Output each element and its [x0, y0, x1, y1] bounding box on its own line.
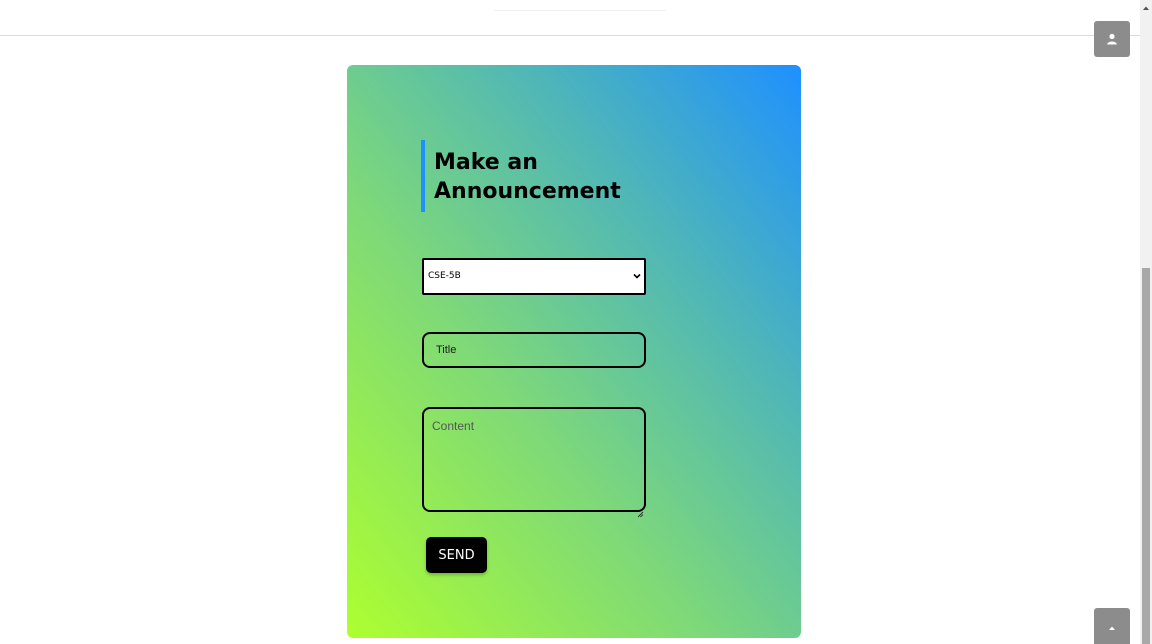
scroll-up-arrow-icon[interactable]: [1140, 0, 1152, 16]
title-input[interactable]: [422, 332, 646, 368]
page-scrollbar[interactable]: [1140, 0, 1152, 644]
content-textarea[interactable]: [422, 407, 646, 512]
navbar-center-divider: [494, 0, 666, 11]
scrollbar-thumb[interactable]: [1142, 268, 1150, 644]
send-button[interactable]: SEND: [426, 537, 487, 573]
announcement-card: Make an Announcement CSE-5B SEND: [347, 65, 801, 638]
chevron-up-icon: [1107, 617, 1117, 636]
heading-accent-bar: Make an Announcement: [421, 140, 654, 212]
page-title: Make an Announcement: [434, 150, 621, 204]
class-select[interactable]: CSE-5B: [422, 258, 646, 295]
top-navbar: [0, 0, 1140, 36]
resize-grip-icon[interactable]: [637, 503, 644, 518]
scroll-to-top-button[interactable]: [1094, 608, 1130, 644]
chevron-down-icon: [632, 271, 642, 284]
user-icon: [1106, 30, 1118, 49]
class-select-value: CSE-5B: [428, 271, 461, 281]
user-menu-button[interactable]: [1094, 21, 1130, 57]
